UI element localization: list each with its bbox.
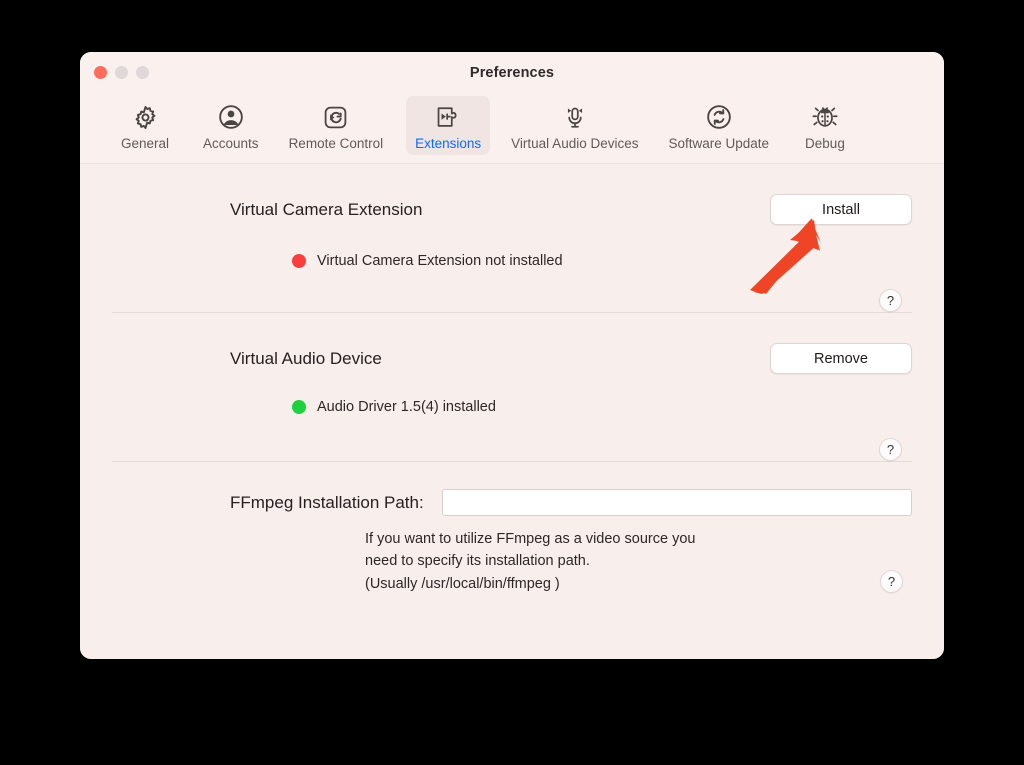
virtual-camera-header-row: Virtual Camera Extension Install	[112, 194, 912, 225]
ffmpeg-hint-row: If you want to utilize FFmpeg as a video…	[112, 528, 912, 595]
preferences-content: Virtual Camera Extension Install Virtual…	[80, 164, 944, 659]
help-icon[interactable]: ?	[879, 289, 902, 312]
refresh-circle-icon	[705, 101, 733, 133]
toolbar-item-general[interactable]: General	[112, 96, 178, 155]
preferences-toolbar: General Accounts	[80, 94, 944, 164]
user-circle-icon	[217, 101, 245, 133]
virtual-audio-status-text: Audio Driver 1.5(4) installed	[317, 399, 496, 415]
section-virtual-camera-extension: Virtual Camera Extension Install Virtual…	[112, 164, 912, 312]
title-bar: Preferences	[80, 52, 944, 94]
gear-icon	[132, 101, 159, 133]
toolbar-item-label: Virtual Audio Devices	[511, 136, 638, 151]
virtual-audio-status-row: Audio Driver 1.5(4) installed	[112, 399, 912, 415]
virtual-audio-help-wrap: ?	[112, 438, 912, 461]
virtual-camera-status-row: Virtual Camera Extension not installed	[112, 253, 912, 269]
ffmpeg-hint-line-2: need to specify its installation path.	[365, 550, 695, 572]
section-ffmpeg-path: FFmpeg Installation Path: If you want to…	[112, 462, 912, 595]
toolbar-item-accounts[interactable]: Accounts	[194, 96, 268, 155]
ffmpeg-path-input[interactable]	[442, 489, 912, 516]
toolbar-item-label: Debug	[805, 136, 845, 151]
status-dot-red	[292, 254, 306, 268]
virtual-camera-title: Virtual Camera Extension	[112, 200, 422, 220]
install-button[interactable]: Install	[770, 194, 912, 225]
ffmpeg-path-label: FFmpeg Installation Path:	[112, 493, 424, 513]
ffmpeg-hint-text: If you want to utilize FFmpeg as a video…	[112, 528, 695, 595]
ffmpeg-hint-line-3: (Usually /usr/local/bin/ffmpeg )	[365, 573, 695, 595]
ffmpeg-field-row: FFmpeg Installation Path:	[112, 489, 912, 516]
toolbar-item-debug[interactable]: Debug	[796, 96, 854, 155]
virtual-audio-title: Virtual Audio Device	[112, 349, 382, 369]
toolbar-item-label: Remote Control	[289, 136, 384, 151]
status-dot-green	[292, 400, 306, 414]
toolbar-item-virtual-audio-devices[interactable]: Virtual Audio Devices	[502, 96, 647, 155]
ladybug-icon	[811, 101, 839, 133]
help-icon[interactable]: ?	[879, 438, 902, 461]
virtual-camera-status-text: Virtual Camera Extension not installed	[317, 253, 563, 269]
toolbar-item-label: Extensions	[415, 136, 481, 151]
remove-button[interactable]: Remove	[770, 343, 912, 374]
toolbar-item-remote-control[interactable]: Remote Control	[280, 96, 393, 155]
toolbar-item-software-update[interactable]: Software Update	[659, 96, 778, 155]
virtual-audio-header-row: Virtual Audio Device Remove	[112, 343, 912, 374]
help-icon[interactable]: ?	[880, 570, 903, 593]
toolbar-item-label: General	[121, 136, 169, 151]
remote-control-icon	[322, 101, 349, 133]
screen: Preferences General	[0, 0, 1024, 765]
section-virtual-audio-device: Virtual Audio Device Remove Audio Driver…	[112, 313, 912, 461]
puzzle-piece-icon	[434, 101, 462, 133]
microphone-icon	[560, 101, 590, 133]
window-title: Preferences	[80, 65, 944, 81]
toolbar-item-label: Accounts	[203, 136, 259, 151]
toolbar-item-label: Software Update	[668, 136, 769, 151]
ffmpeg-hint-line-1: If you want to utilize FFmpeg as a video…	[365, 528, 695, 550]
virtual-camera-help-wrap: ?	[112, 289, 912, 312]
preferences-window: Preferences General	[80, 52, 944, 659]
toolbar-item-extensions[interactable]: Extensions	[406, 96, 490, 155]
